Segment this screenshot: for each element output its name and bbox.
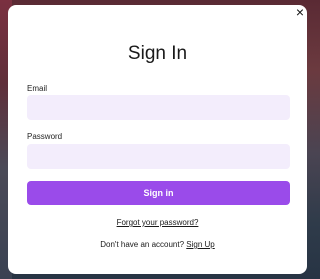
signup-prompt-text: Don't have an account? xyxy=(100,240,185,249)
password-label: Password xyxy=(27,132,63,141)
modal-title: Sign In xyxy=(127,43,188,64)
sign-in-button[interactable]: Sign in xyxy=(27,181,290,205)
password-field[interactable] xyxy=(27,144,290,169)
signup-prompt-line: Don't have an account? Sign Up xyxy=(8,240,307,249)
email-label: Email xyxy=(27,84,48,93)
close-icon[interactable]: × xyxy=(293,4,307,20)
sign-in-modal: × Sign In Email Password Sign in Forgot … xyxy=(8,4,307,274)
email-field[interactable] xyxy=(27,95,290,120)
sign-up-link[interactable]: Sign Up xyxy=(186,240,214,249)
forgot-password-link[interactable]: Forgot your password? xyxy=(8,218,307,227)
